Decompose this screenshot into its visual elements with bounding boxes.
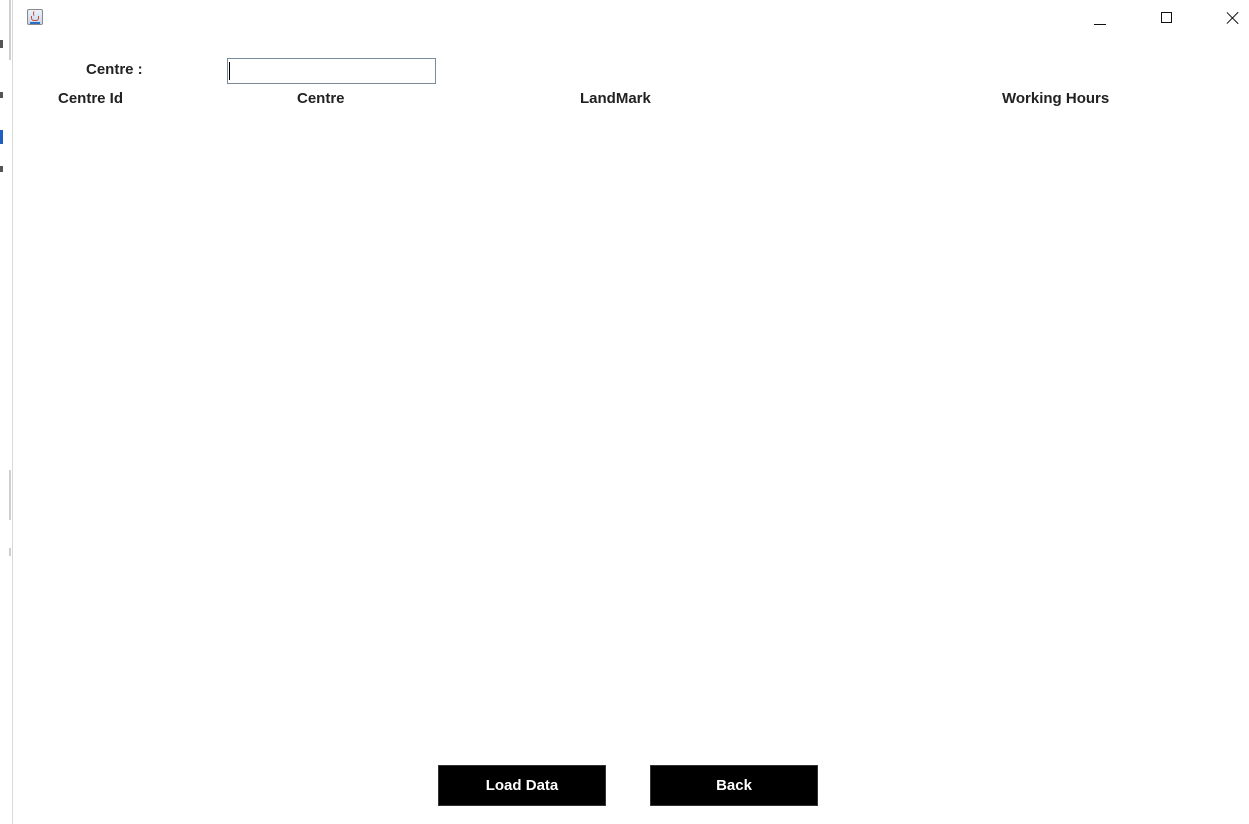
- column-header-working-hours: Working Hours: [1002, 90, 1110, 107]
- edge-mark: [0, 166, 3, 172]
- centre-table-body[interactable]: [40, 114, 1220, 744]
- background-window-edge: [0, 0, 13, 824]
- edge-tick: [9, 0, 11, 60]
- maximize-button[interactable]: [1144, 0, 1190, 38]
- java-cup-icon[interactable]: [27, 9, 43, 25]
- edge-tick: [9, 470, 11, 520]
- edge-mark: [0, 92, 3, 98]
- title-bar[interactable]: [13, 0, 1249, 38]
- column-header-centre-id: Centre Id: [58, 90, 124, 107]
- minimize-icon: [1094, 24, 1106, 25]
- centre-search-input[interactable]: [227, 58, 436, 84]
- edge-tick: [9, 548, 11, 556]
- edge-mark: [0, 130, 3, 144]
- close-button[interactable]: [1208, 0, 1249, 38]
- column-header-centre: Centre: [297, 90, 345, 107]
- text-caret: [229, 62, 230, 80]
- column-header-landmark: LandMark: [580, 90, 651, 107]
- centre-label: Centre :: [86, 61, 143, 78]
- back-button[interactable]: Back: [650, 765, 818, 806]
- load-data-button[interactable]: Load Data: [438, 765, 606, 806]
- maximize-icon: [1161, 12, 1172, 23]
- minimize-button[interactable]: [1076, 0, 1122, 38]
- edge-mark: [0, 40, 3, 48]
- close-icon: [1226, 11, 1240, 25]
- app-window: Centre : Centre Id Centre LandMark Worki…: [0, 0, 1249, 824]
